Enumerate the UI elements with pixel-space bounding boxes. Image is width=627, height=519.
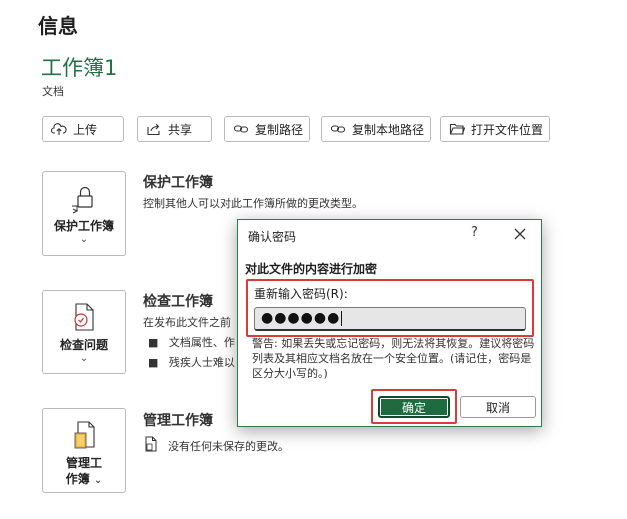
- manage-section-title: 管理工作簿: [143, 413, 213, 429]
- copy-local-path-button[interactable]: 复制本地路径: [321, 116, 431, 142]
- password-warning: 警告: 如果丢失或忘记密码，则无法将其恢复。建议将密码列表及其相应文档名放在一个…: [252, 337, 535, 380]
- protect-section-desc: 控制其他人可以对此工作簿所做的更改类型。: [143, 197, 363, 210]
- help-icon[interactable]: ?: [471, 225, 478, 240]
- link-icon: [330, 125, 346, 133]
- reenter-password-field[interactable]: ●●●●●●: [254, 307, 526, 331]
- link-icon: [233, 125, 249, 133]
- check-for-issues-label: 检查问题: [59, 338, 108, 352]
- list-item: ■ 文档属性、作: [148, 336, 235, 349]
- list-item: ■ 残疾人士难以: [148, 356, 235, 369]
- chevron-down-icon: ⌄: [79, 234, 89, 245]
- protect-workbook-label: 保护工作簿: [53, 219, 114, 233]
- manage-document-icon: [74, 421, 95, 449]
- text-caret: [341, 310, 343, 326]
- password-label: 重新输入密码(R):: [254, 287, 348, 301]
- dialog-heading: 对此文件的内容进行加密: [245, 262, 378, 276]
- share-button[interactable]: 共享: [137, 116, 212, 142]
- open-file-location-button[interactable]: 打开文件位置: [440, 116, 550, 142]
- document-icon: [145, 436, 157, 452]
- folder-icon: [449, 123, 465, 135]
- upload-button[interactable]: 上传: [42, 116, 124, 142]
- chevron-down-icon: ⌄: [93, 475, 103, 486]
- manage-workbook-button[interactable]: 管理工 作簿 ⌄: [42, 408, 126, 493]
- inspect-section-title: 检查工作簿: [143, 294, 213, 310]
- copy-path-button[interactable]: 复制路径: [224, 116, 310, 142]
- open-file-location-label: 打开文件位置: [471, 122, 544, 137]
- manage-section-desc: 没有任何未保存的更改。: [168, 440, 289, 453]
- manage-workbook-label: 管理工: [65, 456, 102, 470]
- protect-workbook-button[interactable]: 保护工作簿 ⌄: [42, 171, 126, 256]
- ok-button[interactable]: 确定: [378, 396, 450, 418]
- inspect-document-icon: [74, 303, 94, 331]
- share-label: 共享: [168, 122, 193, 137]
- share-icon: [147, 123, 160, 136]
- workbook-title: 工作簿1: [41, 56, 118, 80]
- close-icon[interactable]: [510, 224, 530, 244]
- lock-icon: [72, 186, 93, 214]
- protect-section-title: 保护工作簿: [143, 175, 213, 191]
- inspect-section-desc: 在发布此文件之前: [143, 316, 231, 329]
- dialog-title: 确认密码: [248, 230, 297, 244]
- copy-path-label: 复制路径: [255, 122, 304, 137]
- confirm-password-dialog: 确认密码 ? 对此文件的内容进行加密 重新输入密码(R): ●●●●●● 警告:…: [237, 219, 542, 427]
- workbook-location: 文档: [42, 85, 64, 98]
- cancel-button[interactable]: 取消: [460, 396, 536, 418]
- upload-icon: [51, 123, 67, 135]
- page-heading: 信息: [38, 14, 78, 38]
- password-value: ●●●●●●: [261, 310, 341, 326]
- copy-local-path-label: 复制本地路径: [352, 122, 425, 137]
- manage-workbook-label: 作簿 ⌄: [65, 472, 103, 486]
- upload-label: 上传: [73, 122, 98, 137]
- check-for-issues-button[interactable]: 检查问题 ⌄: [42, 290, 126, 374]
- chevron-down-icon: ⌄: [79, 353, 89, 364]
